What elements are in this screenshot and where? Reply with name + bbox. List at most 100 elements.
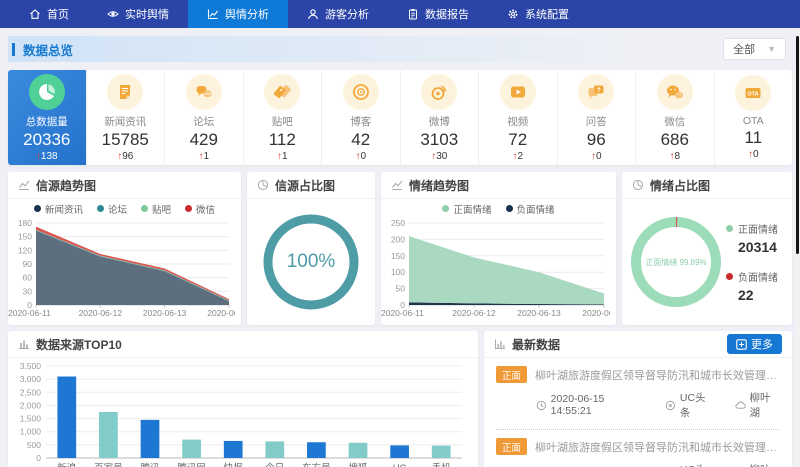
latest-item[interactable]: 正面 柳叶湖旅游度假区领导督导防汛和城市长效管理工作 2020-06-15 14… [496,358,780,430]
nav-label: 系统配置 [525,6,569,22]
stat-delta: 1 [203,151,209,162]
sentiment-badge: 正面 [496,438,527,455]
stat-label: 微博 [429,114,450,129]
filter-select[interactable]: 全部 ▼ [723,38,786,60]
stat-value: 686 [661,130,689,150]
panel-title: 情绪占比图 [650,177,710,194]
legend-value: 20314 [738,239,778,255]
svg-text:快报: 快报 [224,462,244,467]
nav-item-home[interactable]: 首页 [10,0,88,28]
bar-chart-icon [18,338,30,350]
nav-item-report[interactable]: 数据报告 [388,0,488,28]
svg-text:30: 30 [23,286,33,296]
svg-text:搜狐: 搜狐 [348,462,368,467]
svg-text:150: 150 [18,232,32,242]
stat-label: 新闻资讯 [104,114,146,129]
plus-square-icon [736,339,747,350]
legend-item[interactable]: 负面情绪 22 [726,269,778,303]
legend-item[interactable]: 论坛 [97,202,127,216]
stat-value: 96 [587,130,606,150]
svg-text:2020-06-12: 2020-06-12 [79,308,123,318]
clock-icon [536,400,547,411]
svg-text:2020-06-13: 2020-06-13 [143,308,187,318]
item-source: UC头条 [680,390,715,420]
stat-card-total[interactable]: 总数据量 20336 ↑138 [8,70,87,165]
stat-card-video[interactable]: 视频 72 ↑2 [479,70,558,165]
legend-dot [141,205,148,212]
pie-icon [632,179,644,191]
svg-text:1,000: 1,000 [20,427,42,437]
panel-source-ratio: 信源占比图 100% [247,172,375,325]
dashboard-root: 首页 实时舆情 舆情分析 游客分析 数据报告 系统配置 数据总览 全部 ▼ [0,0,800,467]
stat-delta: 30 [436,151,447,162]
stat-card-ota[interactable]: OTA OTA 11 ↑0 [715,70,793,165]
stat-label: 博客 [350,114,371,129]
panel-latest: 最新数据 更多 正面 柳叶湖旅游度假区领导督导防汛和城市长效管理工作 2020-… [484,331,792,467]
stat-card-blog[interactable]: 博客 42 ↑0 [322,70,401,165]
stat-delta: 0 [596,151,602,162]
svg-text:180: 180 [18,218,32,228]
stat-value: 3103 [420,130,458,150]
panel-sentiment-trend: 情绪趋势图 正面情绪 负面情绪 0501001502002502020-06-1… [381,172,616,325]
source-trend-chart: 03060901201501802020-06-112020-06-122020… [8,218,235,320]
legend-item[interactable]: 正面情绪 20314 [726,221,778,255]
scrollbar-track[interactable] [795,28,800,467]
panel-sentiment-ratio: 情绪占比图 正面情绪 99.89% 正面情绪 20314 负面情绪 22 [622,172,792,325]
stat-card-weibo[interactable]: 微博 3103 ↑30 [401,70,480,165]
stat-card-news[interactable]: 新闻资讯 15785 ↑96 [87,70,166,165]
nav-item-visitor[interactable]: 游客分析 [288,0,388,28]
nav-label: 首页 [47,6,69,22]
wechat-icon [665,82,685,102]
item-keyword: 柳叶湖 [750,390,781,420]
legend-item[interactable]: 贴吧 [141,202,171,216]
stat-delta: 0 [753,149,759,160]
nav-item-config[interactable]: 系统配置 [488,0,588,28]
legend-dot [726,225,733,232]
news-icon [115,82,135,102]
nav-item-realtime[interactable]: 实时舆情 [88,0,188,28]
legend-item[interactable]: 正面情绪 [442,202,491,216]
nav-label: 游客分析 [325,6,369,22]
panel-title: 数据来源TOP10 [36,336,122,353]
stat-card-tieba[interactable]: 贴吧 112 ↑1 [244,70,323,165]
svg-text:100: 100 [391,267,405,277]
donut-center-label: 100% [287,251,336,273]
stat-card-wechat[interactable]: 微信 686 ↑8 [636,70,715,165]
sentiment-trend-chart: 0501001502002502020-06-112020-06-122020-… [381,218,610,320]
svg-text:3,000: 3,000 [20,374,42,384]
svg-text:2020-06-12: 2020-06-12 [452,308,496,318]
legend-dot [185,205,192,212]
line-chart-icon [391,179,403,191]
svg-text:腾讯: 腾讯 [140,462,160,467]
svg-text:2020-06-14: 2020-06-14 [582,308,610,318]
more-button[interactable]: 更多 [727,334,782,354]
svg-text:新浪: 新浪 [57,462,77,467]
cloud-icon [735,400,746,411]
blog-icon [351,82,371,102]
item-time: 2020-06-15 14:55:21 [551,393,646,417]
stat-label: 视频 [507,114,528,129]
stat-value: 429 [190,130,218,150]
legend-dot [97,205,104,212]
stat-card-qa[interactable]: ? 问答 96 ↑0 [558,70,637,165]
svg-text:3,500: 3,500 [20,361,42,371]
svg-text:60: 60 [23,273,33,283]
weibo-icon [429,82,449,102]
nav-item-analysis[interactable]: 舆情分析 [188,0,288,28]
ratio-legend: 正面情绪 20314 负面情绪 22 [726,221,778,303]
legend-item[interactable]: 负面情绪 [506,202,555,216]
tag-icon [272,82,292,102]
item-title: 柳叶湖旅游度假区领导督导防汛和城市长效管理工作 [535,367,780,383]
svg-text:2020-06-14: 2020-06-14 [207,308,235,318]
stat-label: 微信 [664,114,685,129]
panel-title: 信源趋势图 [36,177,96,194]
latest-item[interactable]: 正面 柳叶湖旅游度假区领导督导防汛和城市长效管理工作 2020-06-15 10… [496,430,780,467]
scrollbar-thumb[interactable] [796,36,799,254]
legend-item[interactable]: 微信 [185,202,215,216]
stat-card-forum[interactable]: 论坛 429 ↑1 [165,70,244,165]
panel-title: 信源占比图 [275,177,335,194]
legend-item[interactable]: 新闻资讯 [34,202,83,216]
legend-dot [34,205,41,212]
filter-value: 全部 [733,41,755,57]
svg-text:UC: UC [393,463,407,467]
